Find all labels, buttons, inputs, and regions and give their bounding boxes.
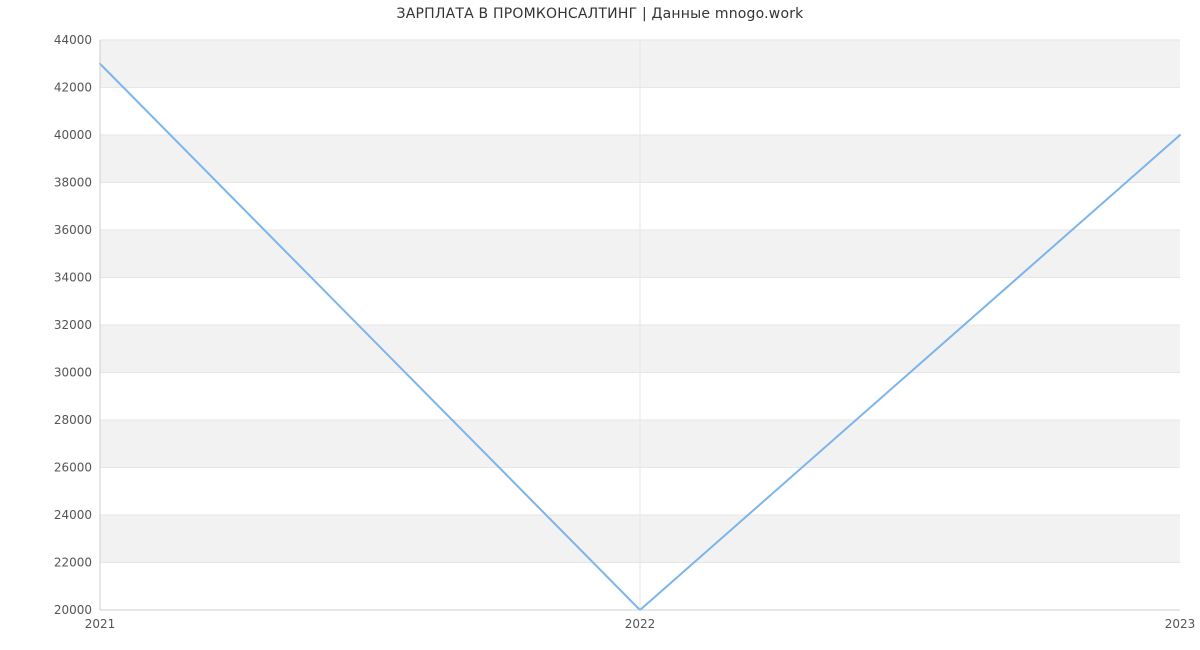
svg-text:30000: 30000	[54, 366, 92, 380]
y-tick: 40000	[54, 128, 92, 142]
svg-text:42000: 42000	[54, 81, 92, 95]
y-tick: 28000	[54, 413, 92, 427]
x-tick: 2022	[625, 617, 656, 631]
svg-text:36000: 36000	[54, 223, 92, 237]
y-tick: 26000	[54, 461, 92, 475]
y-tick: 34000	[54, 271, 92, 285]
svg-text:2022: 2022	[625, 617, 656, 631]
svg-text:28000: 28000	[54, 413, 92, 427]
chart-svg: 20000 22000 24000 26000 28000 30000 32000 34000…	[0, 0, 1200, 650]
y-tick: 36000	[54, 223, 92, 237]
y-tick: 38000	[54, 176, 92, 190]
x-tick: 2021	[85, 617, 116, 631]
chart-container: ЗАРПЛАТА В ПРОМКОНСАЛТИНГ | Данные mnogo…	[0, 0, 1200, 650]
y-tick: 20000	[54, 603, 92, 617]
y-tick: 22000	[54, 556, 92, 570]
svg-text:2021: 2021	[85, 617, 116, 631]
svg-text:26000: 26000	[54, 461, 92, 475]
y-tick: 44000	[54, 33, 92, 47]
y-tick: 32000	[54, 318, 92, 332]
svg-text:24000: 24000	[54, 508, 92, 522]
svg-text:40000: 40000	[54, 128, 92, 142]
y-tick: 30000	[54, 366, 92, 380]
y-tick: 24000	[54, 508, 92, 522]
svg-text:34000: 34000	[54, 271, 92, 285]
y-tick: 42000	[54, 81, 92, 95]
svg-text:22000: 22000	[54, 556, 92, 570]
svg-text:32000: 32000	[54, 318, 92, 332]
svg-text:38000: 38000	[54, 176, 92, 190]
svg-text:20000: 20000	[54, 603, 92, 617]
svg-text:44000: 44000	[54, 33, 92, 47]
x-tick: 2023	[1165, 617, 1196, 631]
svg-text:2023: 2023	[1165, 617, 1196, 631]
